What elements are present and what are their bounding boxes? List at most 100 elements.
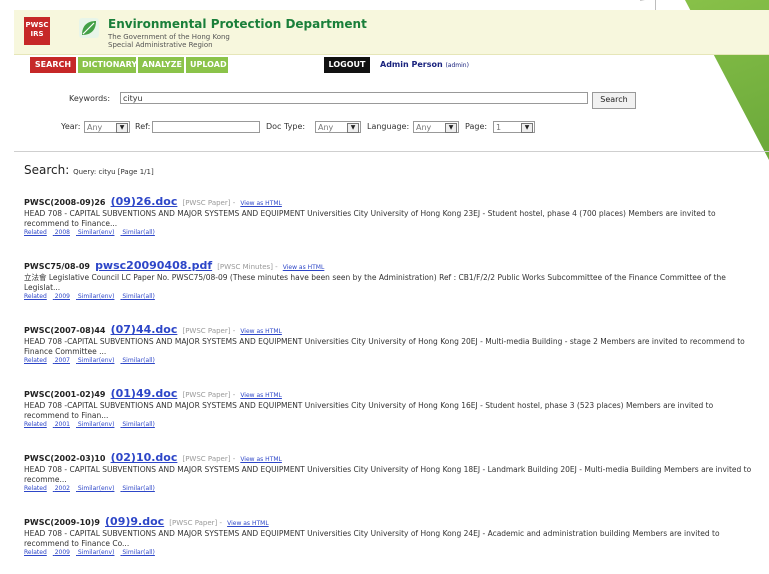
section-divider — [14, 151, 769, 152]
chevron-down-icon: ▼ — [521, 123, 533, 133]
search-form: Keywords: cityu Search Year: Any ▼ Ref: … — [45, 87, 665, 157]
view-as-html-link[interactable]: View as HTML — [240, 200, 282, 207]
similar-env-link[interactable]: Similar(env) — [78, 293, 115, 300]
similar-env-link[interactable]: Similar(env) — [78, 549, 115, 556]
page-value: 1 — [496, 123, 502, 132]
result-item: PWSC75/08-09 pwsc20090408.pdf [PWSC Minu… — [24, 254, 759, 318]
result-type: [PWSC Paper] - — [169, 519, 223, 527]
result-type: [PWSC Paper] - — [182, 391, 236, 399]
search-button[interactable]: Search — [592, 92, 636, 109]
year-label: Year: — [61, 122, 81, 131]
doctype-select[interactable]: Any ▼ — [315, 121, 361, 133]
similar-all-link[interactable]: Similar(all) — [122, 293, 155, 300]
user-info: Admin Person (admin) — [380, 60, 469, 69]
related-link[interactable]: Related — [24, 357, 47, 364]
result-snippet: HEAD 708 -CAPITAL SUBVENTIONS AND MAJOR … — [24, 401, 714, 420]
result-file-link[interactable]: (09)9.doc — [105, 515, 164, 528]
year-link[interactable]: 2009 — [55, 549, 70, 556]
keywords-input[interactable]: cityu — [120, 92, 588, 104]
result-snippet: 立法會 Legislative Council LC Paper No. PWS… — [24, 273, 726, 292]
year-link[interactable]: 2009 — [55, 293, 70, 300]
view-as-html-link[interactable]: View as HTML — [240, 392, 282, 399]
result-file-link[interactable]: pwsc20090408.pdf — [95, 259, 212, 272]
main-navigation: SEARCH DICTIONARY ANALYZE UPLOAD LOGOUT … — [30, 57, 470, 74]
app-header: PWSC IRS Environmental Protection Depart… — [14, 10, 769, 55]
result-item: PWSC(2009-10)9 (09)9.doc [PWSC Paper] - … — [24, 510, 759, 574]
result-type: [PWSC Minutes] - — [217, 263, 278, 271]
results-list: PWSC(2008-09)26 (09)26.doc [PWSC Paper] … — [24, 190, 759, 574]
similar-all-link[interactable]: Similar(all) — [122, 421, 155, 428]
result-id: PWSC75/08-09 — [24, 262, 90, 271]
result-id: PWSC(2002-03)10 — [24, 454, 106, 463]
result-file-link[interactable]: (01)49.doc — [111, 387, 178, 400]
related-link[interactable]: Related — [24, 229, 47, 236]
pwsc-irs-logo: PWSC IRS — [24, 17, 50, 45]
language-value: Any — [416, 123, 432, 132]
language-label: Language: — [367, 122, 410, 131]
result-id: PWSC(2007-08)44 — [24, 326, 106, 335]
results-header: Search: Query: cityu [Page 1/1] — [24, 163, 154, 177]
keywords-label: Keywords: — [69, 94, 111, 103]
similar-env-link[interactable]: Similar(env) — [78, 421, 115, 428]
results-title: Search: — [24, 163, 70, 177]
similar-all-link[interactable]: Similar(all) — [122, 549, 155, 556]
doctype-value: Any — [318, 123, 334, 132]
view-as-html-link[interactable]: View as HTML — [240, 456, 282, 463]
language-select[interactable]: Any ▼ — [413, 121, 459, 133]
year-link[interactable]: 2007 — [55, 357, 70, 364]
logout-button[interactable]: LOGOUT — [324, 57, 370, 73]
view-as-html-link[interactable]: View as HTML — [240, 328, 282, 335]
year-link[interactable]: 2008 — [55, 229, 70, 236]
result-file-link[interactable]: (07)44.doc — [111, 323, 178, 336]
chevron-down-icon: ▼ — [445, 123, 457, 133]
related-link[interactable]: Related — [24, 421, 47, 428]
result-item: PWSC(2007-08)44 (07)44.doc [PWSC Paper] … — [24, 318, 759, 382]
similar-env-link[interactable]: Similar(env) — [78, 229, 115, 236]
view-as-html-link[interactable]: View as HTML — [227, 520, 269, 527]
result-type: [PWSC Paper] - — [182, 455, 236, 463]
result-snippet: HEAD 708 -CAPITAL SUBVENTIONS AND MAJOR … — [24, 337, 745, 356]
nav-dictionary-button[interactable]: DICTIONARY — [78, 57, 137, 73]
result-type: [PWSC Paper] - — [182, 199, 236, 207]
results-query: Query: cityu [Page 1/1] — [73, 168, 154, 176]
result-id: PWSC(2008-09)26 — [24, 198, 106, 207]
year-link[interactable]: 2002 — [55, 485, 70, 492]
result-snippet: HEAD 708 - CAPITAL SUBVENTIONS AND MAJOR… — [24, 529, 720, 548]
org-title: Environmental Protection Department — [108, 17, 367, 31]
result-file-link[interactable]: (09)26.doc — [111, 195, 178, 208]
org-subtitle-2: Special Administrative Region — [108, 41, 213, 49]
year-link[interactable]: 2001 — [55, 421, 70, 428]
nav-analyze-button[interactable]: ANALYZE — [138, 57, 184, 73]
chevron-down-icon: ▼ — [116, 123, 128, 133]
logo-text: PWSC IRS — [25, 21, 49, 38]
doctype-label: Doc Type: — [266, 122, 306, 131]
similar-env-link[interactable]: Similar(env) — [78, 485, 115, 492]
result-id: PWSC(2001-02)49 — [24, 390, 106, 399]
similar-env-link[interactable]: Similar(env) — [78, 357, 115, 364]
page-select[interactable]: 1 ▼ — [493, 121, 535, 133]
user-role: (admin) — [445, 62, 469, 69]
result-file-link[interactable]: (02)10.doc — [111, 451, 178, 464]
nav-search-button[interactable]: SEARCH — [30, 57, 76, 73]
result-item: PWSC(2001-02)49 (01)49.doc [PWSC Paper] … — [24, 382, 759, 446]
ref-label: Ref: — [135, 122, 151, 131]
result-id: PWSC(2009-10)9 — [24, 518, 100, 527]
result-item: PWSC(2002-03)10 (02)10.doc [PWSC Paper] … — [24, 446, 759, 510]
result-type: [PWSC Paper] - — [182, 327, 236, 335]
view-as-html-link[interactable]: View as HTML — [283, 264, 325, 271]
year-value: Any — [87, 123, 103, 132]
similar-all-link[interactable]: Similar(all) — [122, 357, 155, 364]
related-link[interactable]: Related — [24, 485, 47, 492]
page-label: Page: — [465, 122, 488, 131]
chevron-down-icon: ▼ — [347, 123, 359, 133]
similar-all-link[interactable]: Similar(all) — [122, 485, 155, 492]
ref-input[interactable] — [152, 121, 260, 133]
related-link[interactable]: Related — [24, 549, 47, 556]
user-name: Admin Person — [380, 60, 443, 69]
year-select[interactable]: Any ▼ — [84, 121, 130, 133]
result-snippet: HEAD 708 - CAPITAL SUBVENTIONS AND MAJOR… — [24, 209, 716, 228]
related-link[interactable]: Related — [24, 293, 47, 300]
nav-upload-button[interactable]: UPLOAD — [186, 57, 228, 73]
similar-all-link[interactable]: Similar(all) — [122, 229, 155, 236]
result-item: PWSC(2008-09)26 (09)26.doc [PWSC Paper] … — [24, 190, 759, 254]
